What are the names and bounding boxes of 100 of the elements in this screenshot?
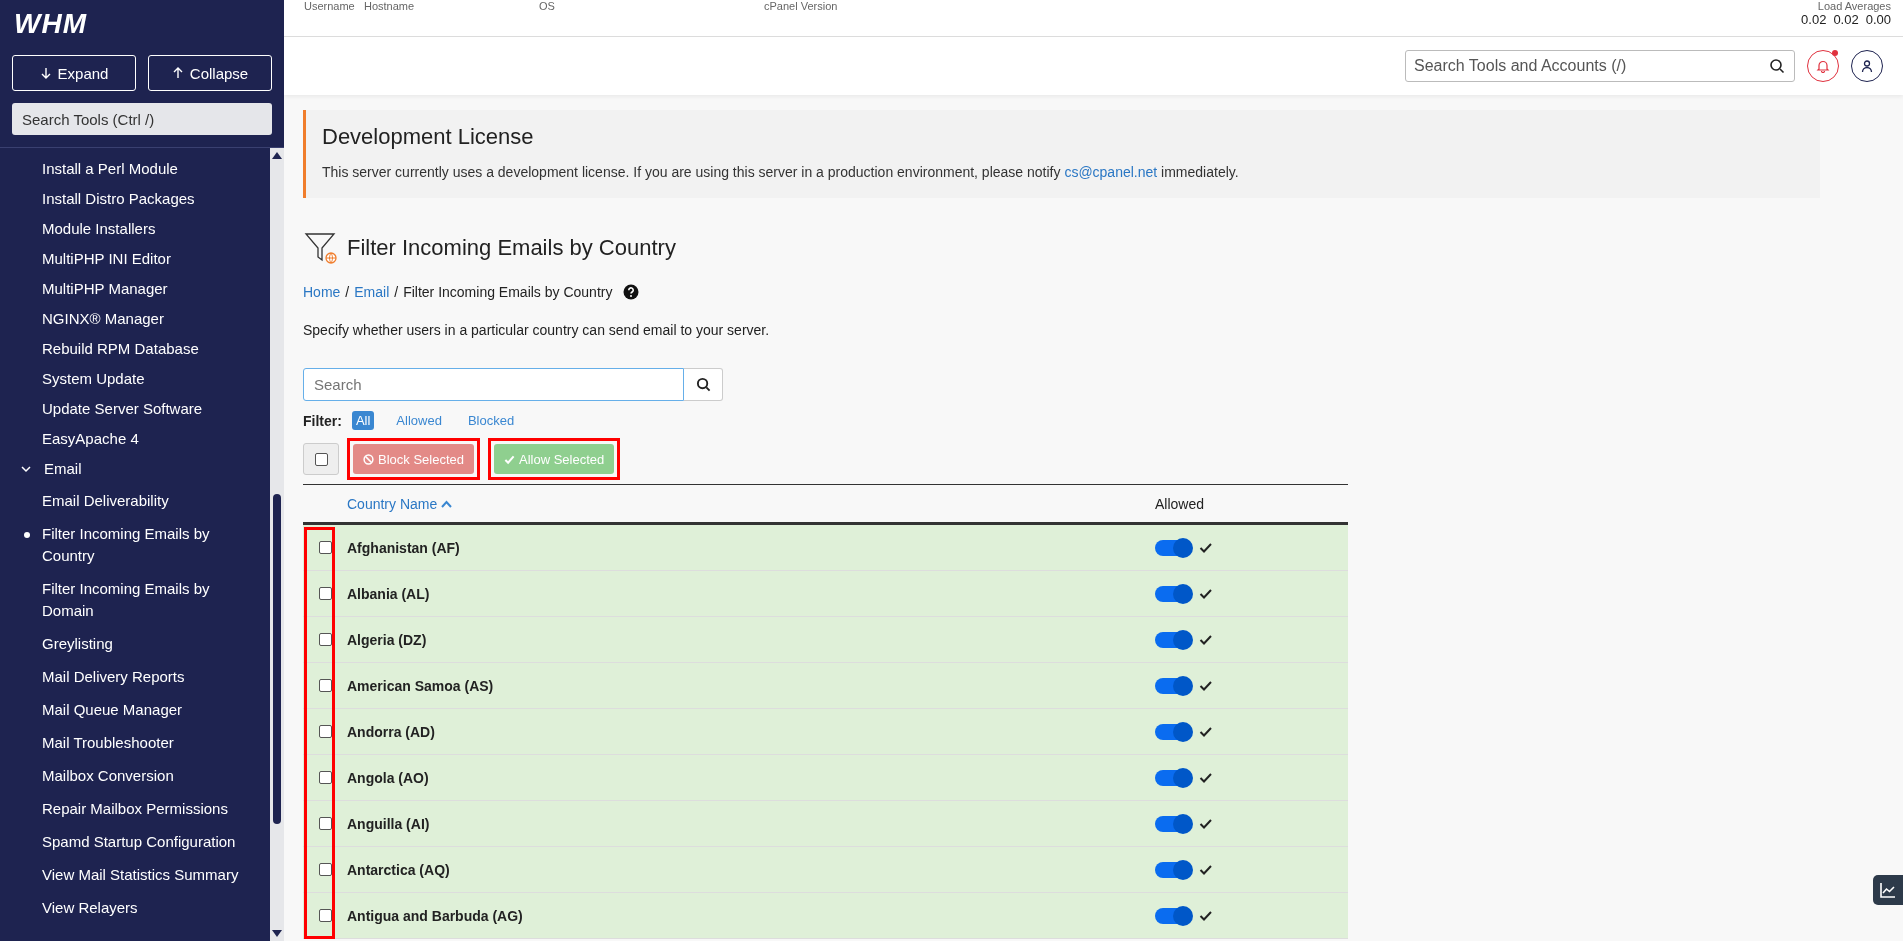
prohibited-icon <box>363 453 374 465</box>
country-name: American Samoa (AS) <box>347 677 495 694</box>
filter-label: Filter: <box>303 412 342 429</box>
country-name: Antigua and Barbuda (AG) <box>347 907 524 924</box>
row-checkbox[interactable] <box>318 863 332 876</box>
load-value: 0.02 <box>1801 12 1827 27</box>
sidebar-item[interactable]: Update Server Software <box>0 394 270 424</box>
country-name: Antarctica (AQ) <box>347 861 451 878</box>
check-icon <box>1199 679 1213 692</box>
check-icon <box>1199 817 1213 830</box>
info-label: Hostname <box>364 0 416 14</box>
check-icon <box>1199 541 1213 554</box>
allowed-toggle[interactable] <box>1155 723 1191 740</box>
load-value: 0.02 <box>1833 12 1859 27</box>
sidebar-item[interactable]: Mail Delivery Reports <box>0 661 242 694</box>
sidebar-item[interactable]: Filter Incoming Emails by Domain <box>0 573 242 628</box>
allowed-toggle[interactable] <box>1155 585 1191 602</box>
filter-option[interactable]: Allowed <box>392 411 446 430</box>
search-field[interactable]: Search Tools and Accounts (/) <box>1405 50 1795 82</box>
sidebar-item[interactable]: NGINX® Manager <box>0 304 270 334</box>
sidebar-item[interactable]: Filter Incoming Emails by Country <box>0 518 242 573</box>
row-checkbox[interactable] <box>318 725 332 738</box>
sidebar-item[interactable]: EasyApache 4 <box>0 424 270 454</box>
sort-column-header[interactable]: Country Name <box>347 495 1155 512</box>
sidebar-item[interactable]: Mail Troubleshooter <box>0 727 242 760</box>
row-checkbox[interactable] <box>318 817 332 830</box>
sidebar-item[interactable]: Greylisting <box>0 628 242 661</box>
sidebar-item[interactable]: Spamd Startup Configuration <box>0 826 242 859</box>
sidebar-item[interactable]: MultiPHP Manager <box>0 274 270 304</box>
arrow-down-icon <box>39 67 52 79</box>
sidebar-item[interactable]: Email Deliverability <box>0 485 242 518</box>
sidebar-item[interactable]: Mail Queue Manager <box>0 694 242 727</box>
check-icon <box>1199 725 1213 738</box>
allowed-toggle[interactable] <box>1155 907 1191 924</box>
allowed-toggle[interactable] <box>1155 631 1191 648</box>
line-chart-icon <box>1879 881 1897 899</box>
select-all-button[interactable] <box>303 443 339 475</box>
sidebar-item[interactable]: View Mail Statistics Summary <box>0 859 242 892</box>
search-field[interactable]: Search Tools (Ctrl /) <box>12 103 272 135</box>
notifications-button[interactable] <box>1807 50 1839 82</box>
check-icon <box>504 453 515 465</box>
bell-icon <box>1816 59 1830 73</box>
scroll-down-icon[interactable] <box>272 930 282 938</box>
breadcrumb-link[interactable]: Email <box>354 284 390 300</box>
sidebar-item[interactable]: Install a Perl Module <box>0 154 270 184</box>
scrollbar[interactable] <box>270 148 284 941</box>
sidebar-item[interactable]: Install Distro Packages <box>0 184 270 214</box>
allowed-toggle[interactable] <box>1155 769 1191 786</box>
sidebar-item[interactable]: Module Installers <box>0 214 270 244</box>
filter-option[interactable]: All <box>351 411 375 430</box>
info-label: Username <box>304 0 356 14</box>
country-name: Andorra (AD) <box>347 723 436 740</box>
row-checkbox[interactable] <box>318 587 332 600</box>
sidebar-item[interactable]: System Update <box>0 364 270 394</box>
row-checkbox[interactable] <box>318 633 332 646</box>
email-address-link[interactable]: cs@cpanel.net <box>1064 164 1158 180</box>
sidebar-item[interactable]: Rebuild RPM Database <box>0 334 270 364</box>
filter-globe-icon <box>303 230 339 266</box>
check-icon <box>1199 587 1213 600</box>
country-name: Albania (AL) <box>347 585 431 602</box>
breadcrumb-current: Filter Incoming Emails by Country <box>403 284 613 300</box>
check-icon <box>1199 633 1213 646</box>
country-name: Afghanistan (AF) <box>347 539 461 556</box>
breadcrumb-separator: / <box>394 284 399 300</box>
row-checkbox[interactable] <box>318 771 332 784</box>
check-icon <box>1199 771 1213 784</box>
user-button[interactable] <box>1851 50 1883 82</box>
description-text: Specify whether users in a particular country can send email to your server. <box>303 322 771 338</box>
filter-option[interactable]: Blocked <box>463 411 519 430</box>
row-checkbox[interactable] <box>318 679 332 692</box>
chart-button[interactable] <box>1873 875 1903 905</box>
allowed-toggle[interactable] <box>1155 861 1191 878</box>
collapse-button[interactable]: Collapse <box>148 55 272 91</box>
page-title: Filter Incoming Emails by Country <box>347 235 676 261</box>
search-button[interactable] <box>684 368 723 401</box>
select-all-checkbox[interactable] <box>314 452 328 466</box>
country-name: Anguilla (AI) <box>347 815 431 832</box>
check-icon <box>1199 863 1213 876</box>
sidebar-item[interactable]: MultiPHP INI Editor <box>0 244 270 274</box>
sort-up-icon <box>441 499 453 508</box>
info-label: OS <box>539 0 556 14</box>
row-checkbox[interactable] <box>318 909 332 922</box>
row-checkbox[interactable] <box>318 541 332 554</box>
country-name: Angola (AO) <box>347 769 430 786</box>
info-label: cPanel Version <box>764 0 838 14</box>
search-field[interactable]: Search <box>303 368 684 401</box>
allowed-toggle[interactable] <box>1155 677 1191 694</box>
expand-button[interactable]: Expand <box>12 55 136 91</box>
allowed-toggle[interactable] <box>1155 539 1191 556</box>
breadcrumb-link[interactable]: Home <box>303 284 341 300</box>
allowed-toggle[interactable] <box>1155 815 1191 832</box>
scrollbar-thumb[interactable] <box>273 494 281 824</box>
scroll-up-icon[interactable] <box>272 151 282 159</box>
logo: WHM <box>13 7 88 41</box>
check-icon <box>1199 909 1213 922</box>
help-icon[interactable] <box>623 284 640 300</box>
sidebar-item[interactable]: Mailbox Conversion <box>0 760 242 793</box>
sidebar-item[interactable]: Repair Mailbox Permissions <box>0 793 242 826</box>
sidebar-group[interactable]: Email <box>0 454 270 485</box>
sidebar-item[interactable]: View Relayers <box>0 892 242 925</box>
